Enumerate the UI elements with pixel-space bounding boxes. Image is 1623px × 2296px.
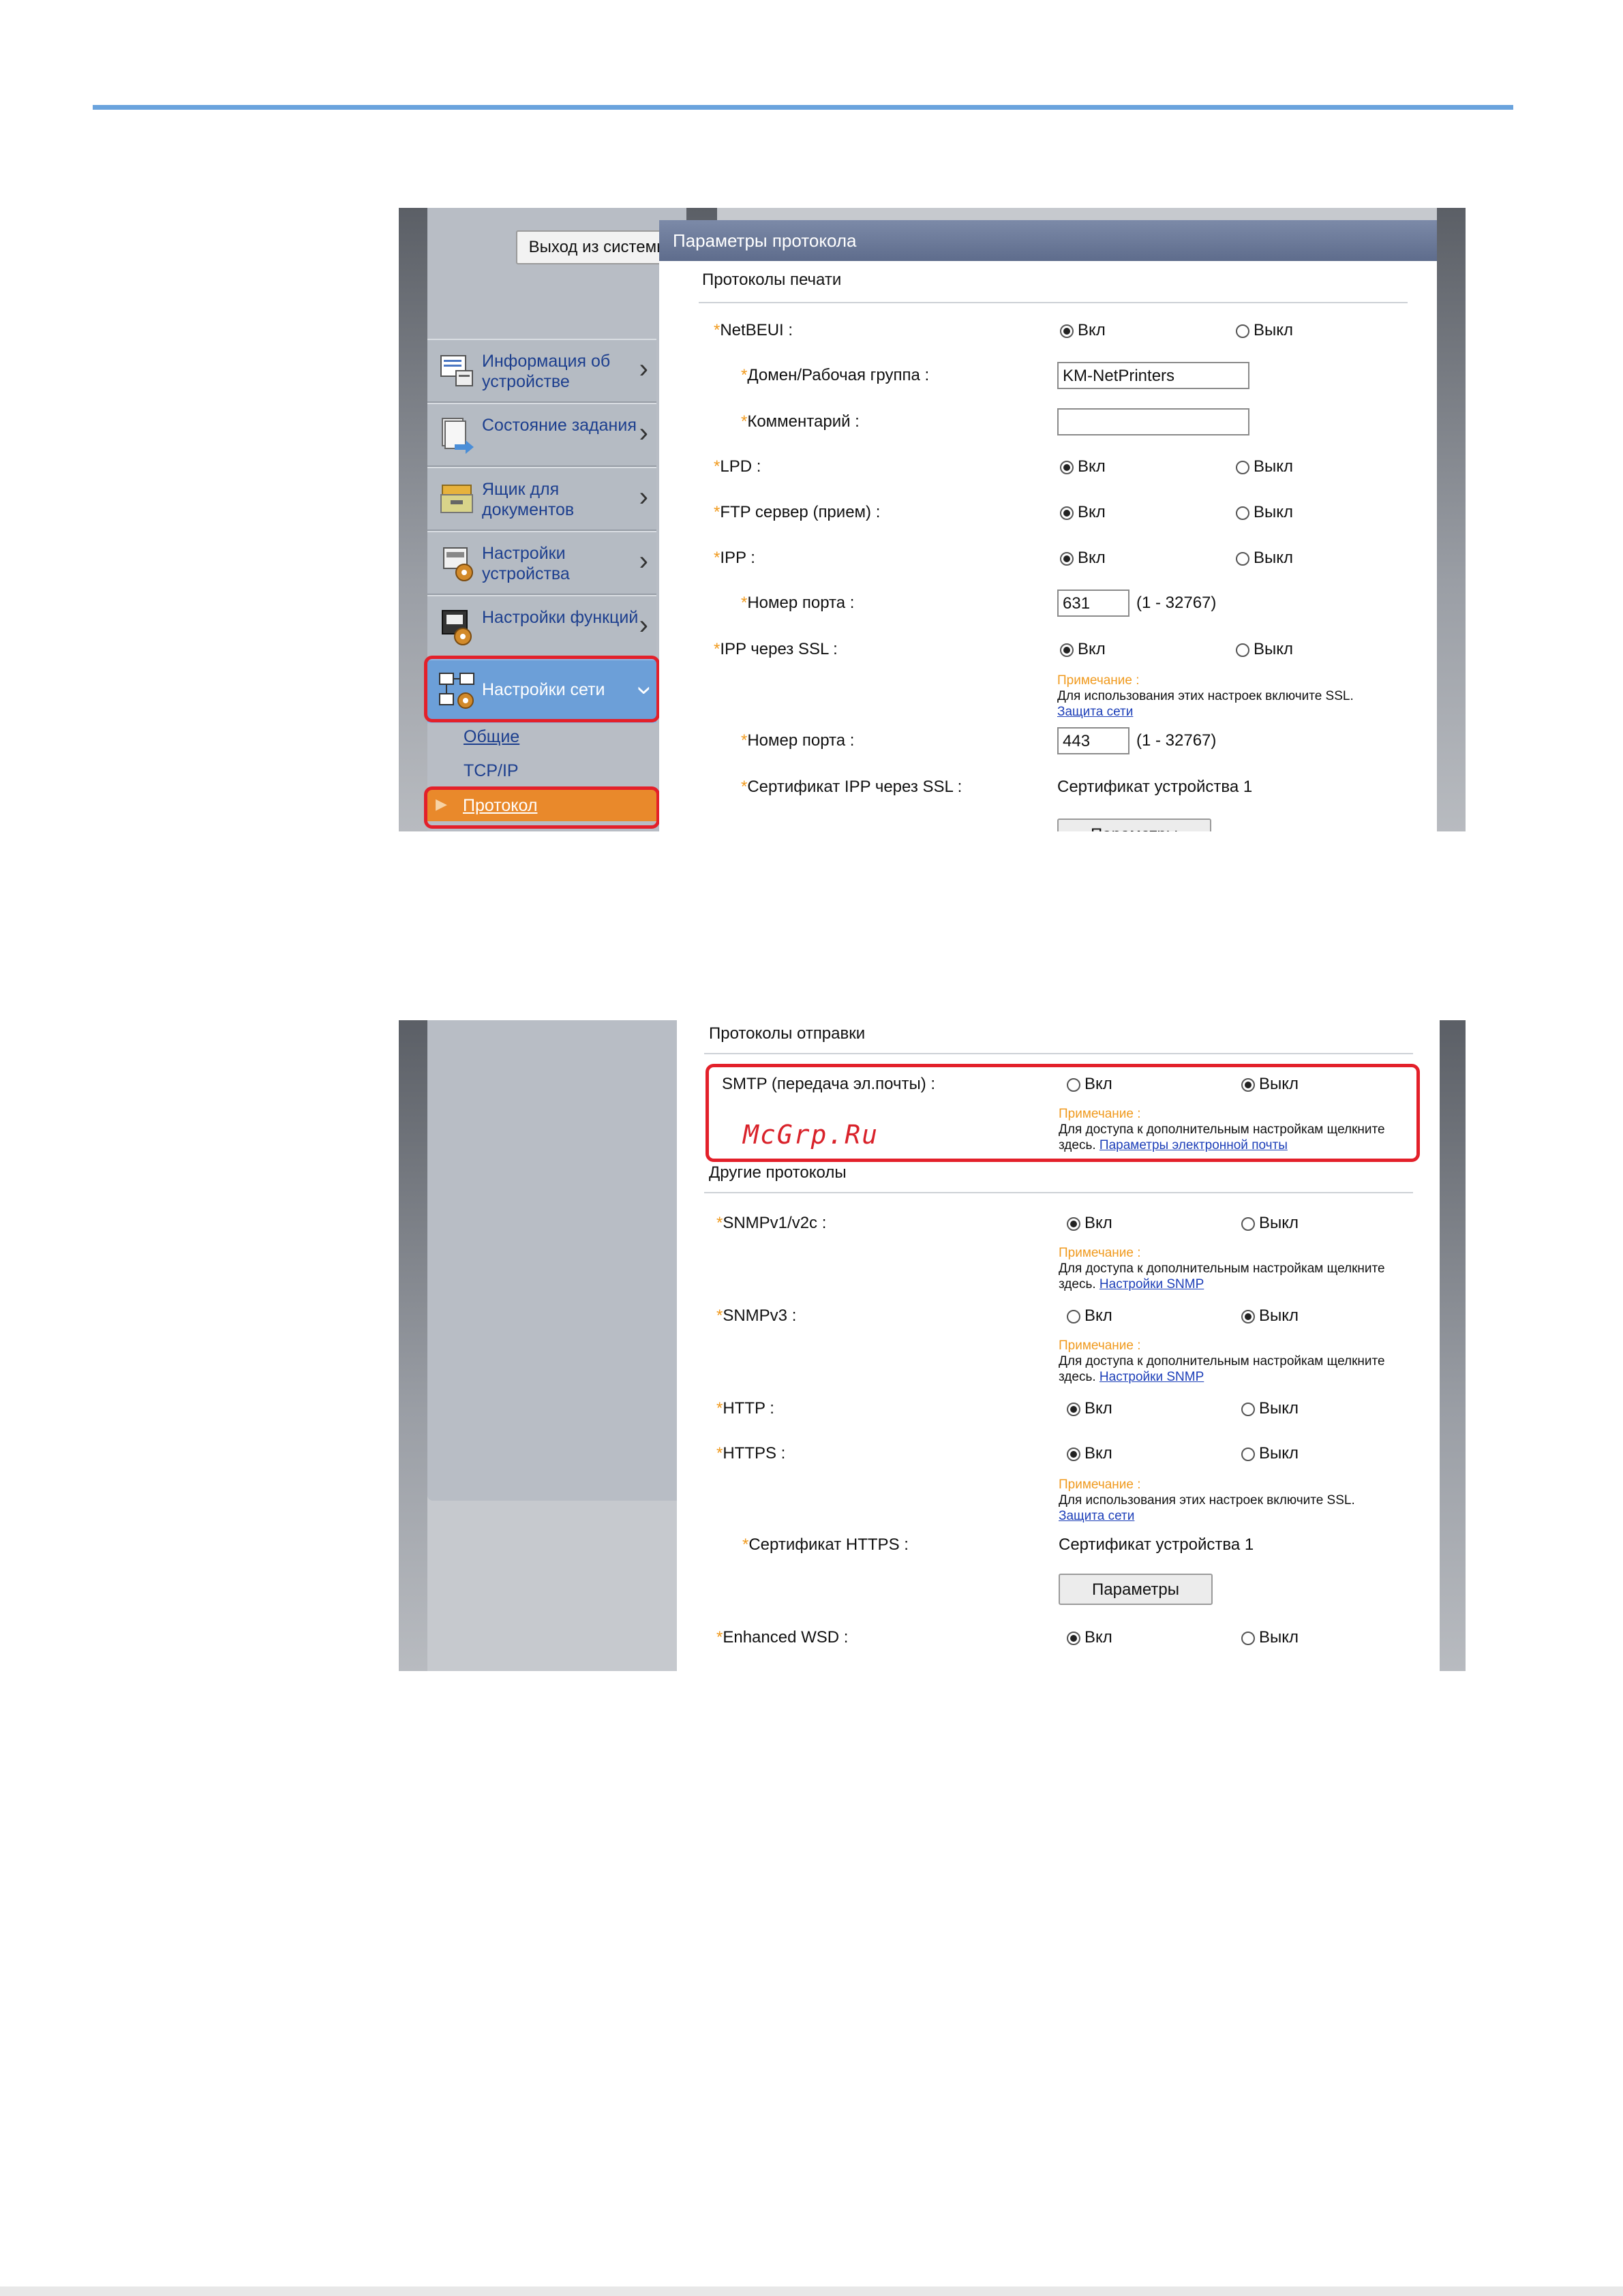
link-network-security[interactable]: Защита сети — [1057, 705, 1133, 719]
highlight-protocol — [424, 786, 660, 829]
device-settings-icon — [443, 547, 473, 581]
domain-input[interactable]: KM-NetPrinters — [1057, 362, 1249, 389]
radio-https-off[interactable]: Выкл — [1241, 1444, 1299, 1463]
sidebar — [427, 1020, 688, 1501]
screenshot-protocol-settings: Выход из системы Информация об устройств… — [399, 208, 1466, 831]
function-settings-icon — [442, 610, 472, 645]
label-ipp-port: *Номер порта : — [741, 594, 855, 612]
device-info-icon — [440, 355, 473, 386]
menu-label: Состояние задания — [482, 416, 637, 435]
radio-wsd-on[interactable]: Вкл — [1067, 1628, 1112, 1647]
label-snmpv3: *SNMPv3 : — [716, 1306, 797, 1325]
document-box-icon — [440, 485, 473, 513]
comment-input[interactable] — [1057, 408, 1249, 435]
menu-label: Настройки устройства — [482, 544, 570, 583]
ipp-ssl-cert-value: Сертификат устройства 1 — [1057, 778, 1253, 796]
label-domain: *Домен/Рабочая группа : — [741, 366, 930, 384]
label-ipp-ssl-port: *Номер порта : — [741, 731, 855, 750]
radio-https-on[interactable]: Вкл — [1067, 1444, 1112, 1463]
ipp-ssl-params-button[interactable]: Параметры — [1057, 818, 1211, 831]
label-enhanced-wsd: *Enhanced WSD : — [716, 1628, 849, 1647]
radio-lpd-on[interactable]: Вкл — [1060, 457, 1106, 476]
menu-item-job-status[interactable]: Состояние задания › — [427, 403, 656, 467]
radio-http-on[interactable]: Вкл — [1067, 1399, 1112, 1418]
chevron-right-icon: › — [639, 610, 648, 640]
link-network-security[interactable]: Защита сети — [1059, 1509, 1134, 1523]
radio-ftp-on[interactable]: Вкл — [1060, 503, 1106, 522]
radio-ipp-ssl-off[interactable]: Выкл — [1236, 640, 1293, 659]
https-params-button[interactable]: Параметры — [1059, 1574, 1213, 1605]
label-ipp: *IPP : — [714, 549, 755, 567]
page-footer-strip — [0, 2286, 1623, 2296]
menu-item-device-info[interactable]: Информация об устройстве › — [427, 339, 656, 403]
radio-http-off[interactable]: Выкл — [1241, 1399, 1299, 1418]
label-https-cert: *Сертификат HTTPS : — [742, 1535, 909, 1554]
menu-label: Информация об устройстве — [482, 352, 611, 391]
top-rule — [93, 105, 1513, 110]
note-ipp-ssl: Примечание : Для использования этих наст… — [1057, 673, 1354, 719]
ipp-port-input[interactable]: 631 — [1057, 590, 1129, 617]
highlight-network-settings — [424, 656, 660, 722]
chevron-right-icon: › — [639, 354, 648, 384]
logout-button[interactable]: Выход из системы — [516, 230, 681, 264]
submenu-tcpip[interactable]: TCP/IP — [464, 761, 519, 781]
radio-lpd-off[interactable]: Выкл — [1236, 457, 1293, 476]
radio-snmpv1-on[interactable]: Вкл — [1067, 1214, 1112, 1233]
label-netbeui: *NetBEUI : — [714, 321, 793, 339]
chevron-right-icon: › — [639, 482, 648, 512]
highlight-smtp — [706, 1064, 1420, 1162]
label-http: *HTTP : — [716, 1399, 774, 1418]
radio-wsd-off[interactable]: Выкл — [1241, 1628, 1299, 1647]
radio-snmpv3-off[interactable]: Выкл — [1241, 1306, 1299, 1326]
note-https: Примечание : Для использования этих наст… — [1059, 1478, 1355, 1523]
menu-item-function-settings[interactable]: Настройки функций › — [427, 595, 656, 659]
section-print-protocols: Протоколы печати — [702, 271, 842, 289]
radio-netbeui-off[interactable]: Выкл — [1236, 321, 1293, 340]
https-cert-value: Сертификат устройства 1 — [1059, 1535, 1254, 1554]
note-snmpv3: Примечание : Для доступа к дополнительны… — [1059, 1338, 1385, 1384]
submenu-general[interactable]: Общие — [464, 727, 519, 747]
radio-snmpv3-on[interactable]: Вкл — [1067, 1306, 1112, 1326]
radio-ftp-off[interactable]: Выкл — [1236, 503, 1293, 522]
ipp-ssl-port-range: (1 - 32767) — [1136, 731, 1217, 750]
label-lpd: *LPD : — [714, 457, 761, 476]
link-snmp-settings[interactable]: Настройки SNMP — [1099, 1277, 1204, 1291]
section-send-protocols: Протоколы отправки — [709, 1024, 866, 1043]
note-snmpv1: Примечание : Для доступа к дополнительны… — [1059, 1246, 1385, 1291]
label-ipp-ssl-cert: *Сертификат IPP через SSL : — [741, 778, 962, 796]
label-https: *HTTPS : — [716, 1444, 786, 1463]
label-snmpv1: *SNMPv1/v2c : — [716, 1214, 827, 1232]
menu-item-document-box[interactable]: Ящик для документов › — [427, 467, 656, 531]
panel-title: Параметры протокола — [659, 220, 1437, 261]
ipp-ssl-port-input[interactable]: 443 — [1057, 727, 1129, 754]
menu-item-device-settings[interactable]: Настройки устройства › — [427, 531, 656, 595]
job-status-icon — [442, 418, 474, 454]
screenshot-send-protocols: Протоколы отправки SMTP (передача эл.поч… — [399, 1020, 1466, 1671]
chevron-right-icon: › — [639, 418, 648, 448]
ipp-port-range: (1 - 32767) — [1136, 594, 1217, 612]
menu-label: Ящик для документов — [482, 480, 575, 519]
label-ipp-ssl: *IPP через SSL : — [714, 640, 838, 658]
radio-ipp-on[interactable]: Вкл — [1060, 549, 1106, 568]
section-other-protocols: Другие протоколы — [709, 1163, 847, 1182]
link-snmp-settings[interactable]: Настройки SNMP — [1099, 1370, 1204, 1384]
radio-ipp-ssl-on[interactable]: Вкл — [1060, 640, 1106, 659]
chevron-right-icon: › — [639, 546, 648, 576]
radio-netbeui-on[interactable]: Вкл — [1060, 321, 1106, 340]
menu-label: Настройки функций — [482, 608, 639, 627]
label-comment: *Комментарий : — [741, 412, 860, 431]
radio-snmpv1-off[interactable]: Выкл — [1241, 1214, 1299, 1233]
label-ftp: *FTP сервер (прием) : — [714, 503, 881, 521]
radio-ipp-off[interactable]: Выкл — [1236, 549, 1293, 568]
